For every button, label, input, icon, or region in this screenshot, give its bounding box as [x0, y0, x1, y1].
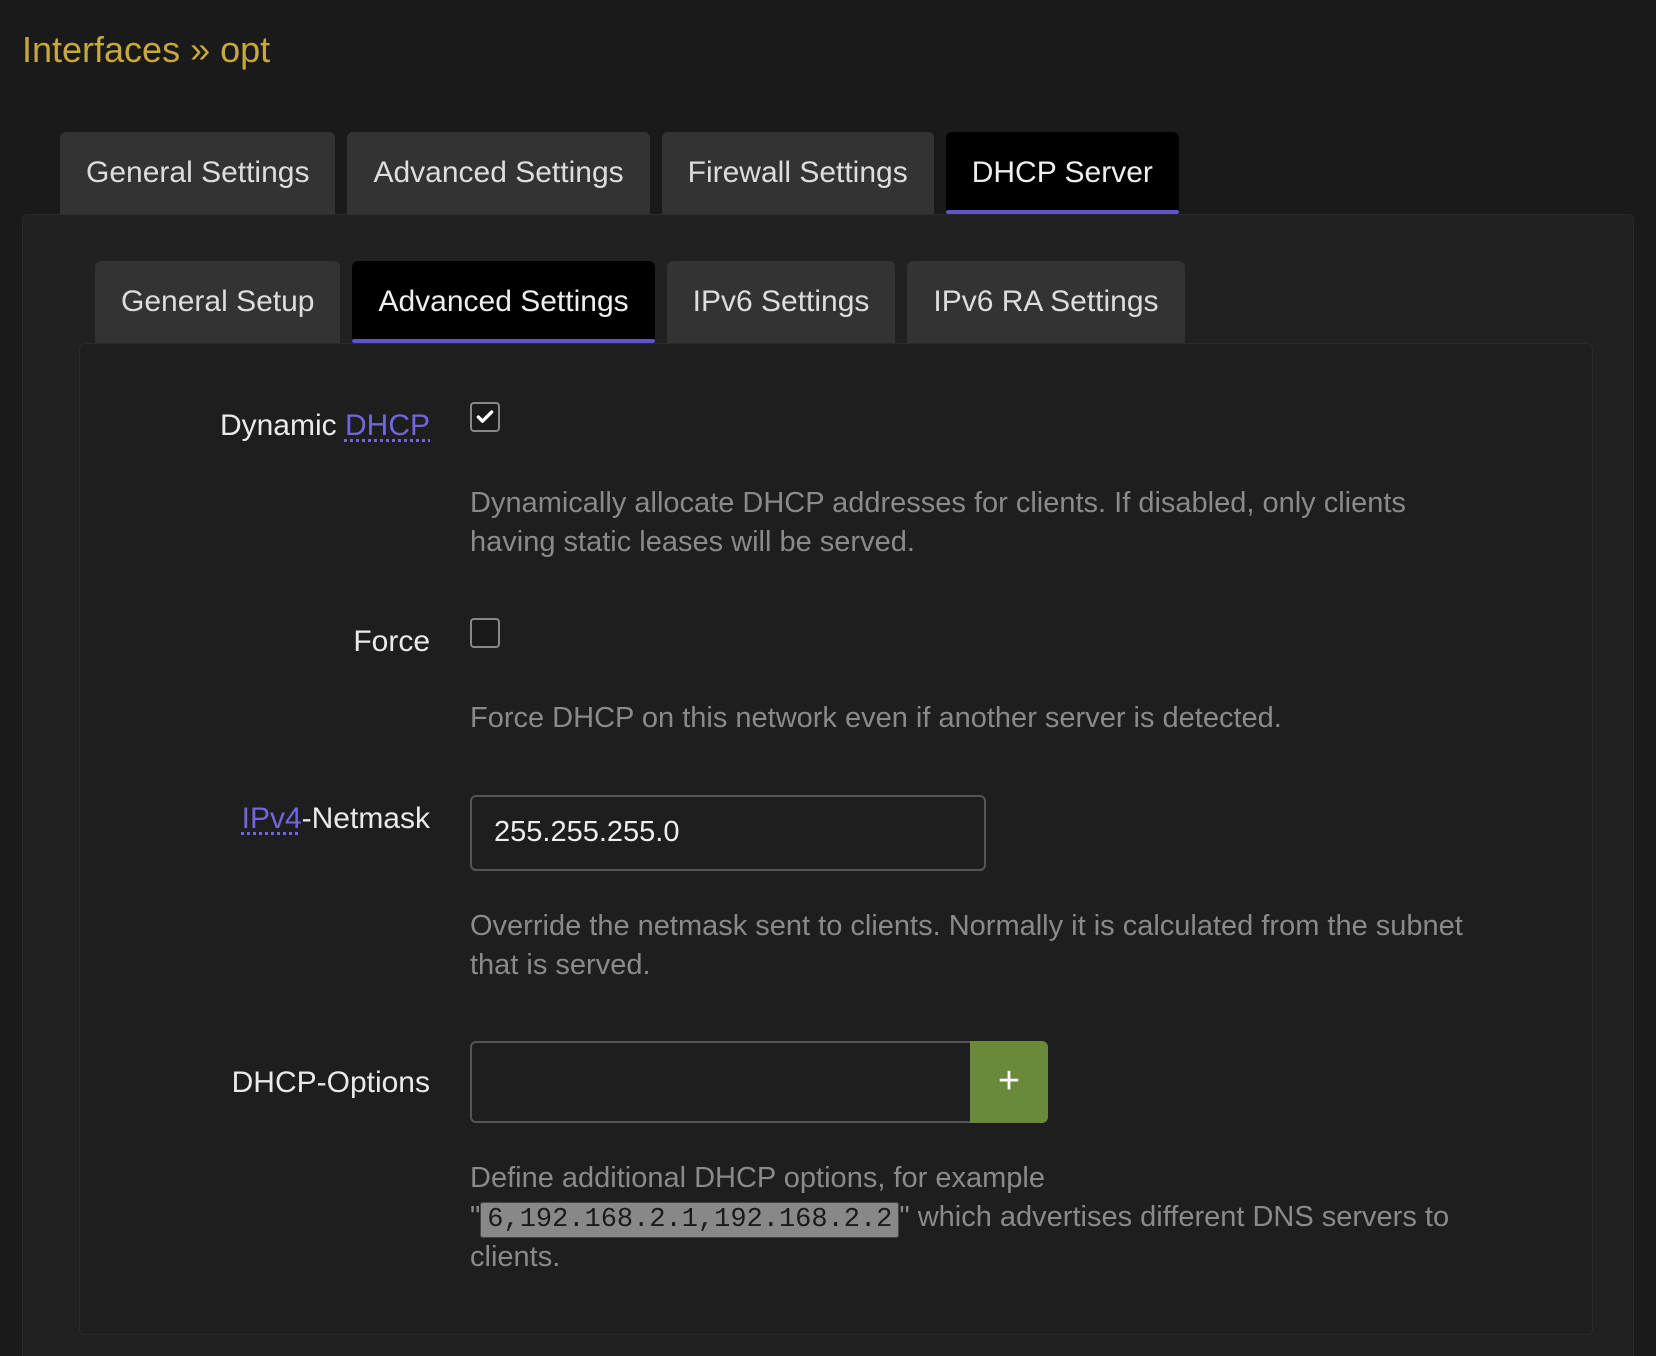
label-dhcp-options: DHCP-Options — [104, 1041, 470, 1105]
help-force: Force DHCP on this network even if anoth… — [470, 699, 1490, 738]
add-dhcp-option-button[interactable]: + — [970, 1041, 1048, 1123]
label-force: Force — [104, 618, 470, 664]
subtab-ipv6-ra-settings[interactable]: IPv6 RA Settings — [907, 261, 1184, 343]
tab-general-settings[interactable]: General Settings — [60, 132, 335, 214]
checkbox-force[interactable] — [470, 618, 500, 648]
help-netmask: Override the netmask sent to clients. No… — [470, 907, 1490, 985]
subtab-ipv6-settings[interactable]: IPv6 Settings — [667, 261, 896, 343]
row-dynamic-dhcp: Dynamic DHCP — [104, 402, 1532, 448]
label-netmask-suffix: -Netmask — [302, 802, 430, 835]
label-dynamic-dhcp-prefix: Dynamic — [220, 409, 345, 442]
page-title: Interfaces » opt — [0, 0, 1656, 88]
check-icon — [475, 407, 495, 427]
checkbox-dynamic-dhcp[interactable] — [470, 402, 500, 432]
tab-firewall-settings[interactable]: Firewall Settings — [662, 132, 934, 214]
subtab-general-setup[interactable]: General Setup — [95, 261, 340, 343]
outer-tabs: General Settings Advanced Settings Firew… — [0, 88, 1656, 214]
abbr-ipv4[interactable]: IPv4 — [242, 802, 302, 835]
help-dhcp-options-code: 6,192.168.2.1,192.168.2.2 — [480, 1202, 899, 1238]
row-netmask: IPv4-Netmask — [104, 795, 1532, 871]
plus-icon: + — [998, 1060, 1020, 1103]
inner-tabs: General Setup Advanced Settings IPv6 Set… — [23, 261, 1633, 343]
label-netmask: IPv4-Netmask — [104, 795, 470, 841]
subtab-advanced-settings[interactable]: Advanced Settings — [352, 261, 654, 343]
help-dynamic-dhcp: Dynamically allocate DHCP addresses for … — [470, 484, 1490, 562]
label-dynamic-dhcp: Dynamic DHCP — [104, 402, 470, 448]
abbr-dhcp[interactable]: DHCP — [345, 409, 430, 442]
row-force: Force — [104, 618, 1532, 664]
dhcp-panel: General Setup Advanced Settings IPv6 Set… — [22, 214, 1634, 1356]
input-netmask[interactable] — [470, 795, 986, 871]
help-dhcp-options: Define additional DHCP options, for exam… — [470, 1159, 1490, 1278]
tab-dhcp-server[interactable]: DHCP Server — [946, 132, 1179, 214]
tab-advanced-settings[interactable]: Advanced Settings — [347, 132, 649, 214]
advanced-form: Dynamic DHCP Dynamically allocate DHCP a… — [79, 343, 1593, 1334]
row-dhcp-options: DHCP-Options + — [104, 1041, 1532, 1123]
input-dhcp-option[interactable] — [470, 1041, 970, 1123]
